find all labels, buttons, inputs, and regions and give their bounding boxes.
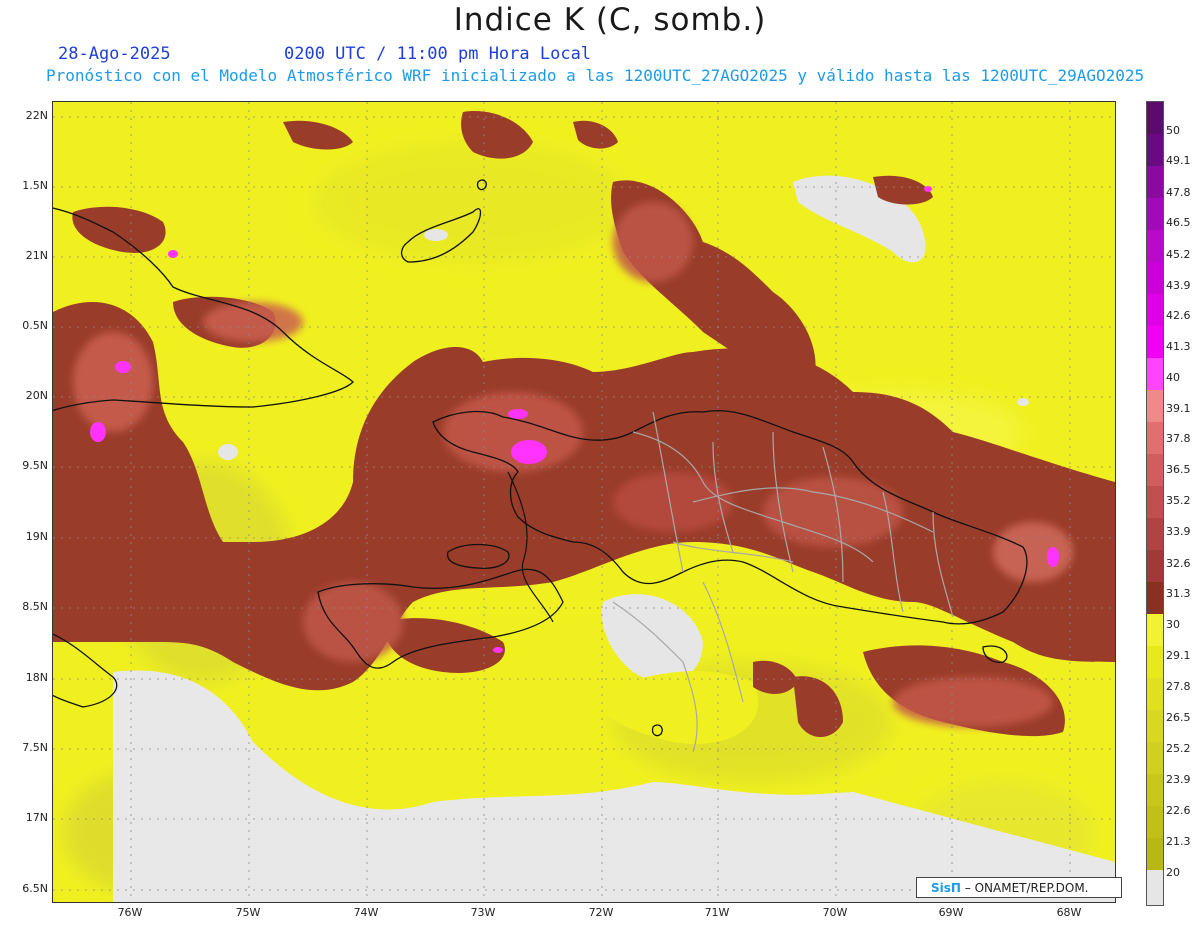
colorbar-swatch <box>1147 838 1163 870</box>
colorbar-label: 30 <box>1166 618 1180 631</box>
colorbar-label: 37.8 <box>1166 432 1191 445</box>
lon-label: 70W <box>822 906 848 919</box>
colorbar-label: 45.2 <box>1166 248 1191 261</box>
lat-label: 9.5N <box>22 459 48 472</box>
lon-label: 75W <box>235 906 261 919</box>
colorbar-label: 22.6 <box>1166 804 1191 817</box>
lat-label: 8.5N <box>22 600 48 613</box>
map-title: Indice K (C, somb.) <box>453 2 767 38</box>
map-panel[interactable] <box>52 101 1116 903</box>
lat-label: 0.5N <box>22 319 48 332</box>
colorbar-swatch <box>1147 166 1163 198</box>
colorbar-swatch <box>1147 646 1163 678</box>
lat-label: 1.5N <box>22 179 48 192</box>
colorbar-label: 27.8 <box>1166 680 1191 693</box>
lon-label: 71W <box>704 906 730 919</box>
colorbar-swatch <box>1147 102 1163 134</box>
colorbar-swatch <box>1147 742 1163 774</box>
forecast-subtitle: Pronóstico con el Modelo Atmosférico WRF… <box>46 66 1145 85</box>
colorbar-swatch <box>1147 582 1163 614</box>
sispi-logo: SisΠ <box>931 881 961 895</box>
lat-label: 22N <box>25 109 48 122</box>
colorbar-label: 47.8 <box>1166 186 1191 199</box>
credit-box: SisΠ – ONAMET/REP.DOM. <box>916 877 1122 898</box>
lon-label: 68W <box>1056 906 1082 919</box>
colorbar-label: 35.2 <box>1166 494 1191 507</box>
credit-text: – ONAMET/REP.DOM. <box>964 881 1089 895</box>
colorbar-label: 23.9 <box>1166 773 1191 786</box>
colorbar-swatch <box>1147 230 1163 262</box>
colorbar-label: 50 <box>1166 124 1180 137</box>
k-index-map <box>53 102 1115 902</box>
colorbar-swatch <box>1147 678 1163 710</box>
lat-label: 20N <box>25 389 48 402</box>
colorbar-label: 39.1 <box>1166 402 1191 415</box>
lat-label: 21N <box>25 249 48 262</box>
colorbar-swatch <box>1147 134 1163 166</box>
colorbar-swatch <box>1147 614 1163 646</box>
lon-label: 72W <box>588 906 614 919</box>
colorbar-label: 42.6 <box>1166 309 1191 322</box>
lat-label: 19N <box>25 530 48 543</box>
colorbar-swatch <box>1147 390 1163 422</box>
colorbar <box>1146 101 1164 906</box>
colorbar-label: 33.9 <box>1166 525 1191 538</box>
colorbar-swatch <box>1147 422 1163 454</box>
colorbar-label: 26.5 <box>1166 711 1191 724</box>
colorbar-swatch <box>1147 486 1163 518</box>
forecast-date: 28-Ago-2025 <box>58 44 171 64</box>
lon-label: 73W <box>470 906 496 919</box>
colorbar-label: 43.9 <box>1166 279 1191 292</box>
lat-label: 17N <box>25 811 48 824</box>
colorbar-label: 31.3 <box>1166 587 1191 600</box>
colorbar-label: 36.5 <box>1166 463 1191 476</box>
lat-label: 18N <box>25 671 48 684</box>
forecast-time: 0200 UTC / 11:00 pm Hora Local <box>284 44 592 64</box>
lon-label: 76W <box>117 906 143 919</box>
colorbar-swatch <box>1147 454 1163 486</box>
colorbar-swatch <box>1147 806 1163 838</box>
lat-label: 7.5N <box>22 741 48 754</box>
lon-label: 69W <box>938 906 964 919</box>
colorbar-label: 41.3 <box>1166 340 1191 353</box>
colorbar-swatch <box>1147 198 1163 230</box>
colorbar-swatch <box>1147 774 1163 806</box>
colorbar-swatch <box>1147 262 1163 294</box>
colorbar-label: 21.3 <box>1166 835 1191 848</box>
colorbar-label: 25.2 <box>1166 742 1191 755</box>
colorbar-label: 46.5 <box>1166 216 1191 229</box>
colorbar-label: 29.1 <box>1166 649 1191 662</box>
colorbar-swatch <box>1147 870 1163 905</box>
colorbar-label: 32.6 <box>1166 557 1191 570</box>
colorbar-label: 40 <box>1166 371 1180 384</box>
lon-label: 74W <box>353 906 379 919</box>
colorbar-swatch <box>1147 710 1163 742</box>
colorbar-swatch <box>1147 518 1163 550</box>
lat-label: 6.5N <box>22 882 48 895</box>
colorbar-label: 49.1 <box>1166 154 1191 167</box>
colorbar-swatch <box>1147 326 1163 358</box>
colorbar-swatch <box>1147 294 1163 326</box>
colorbar-label: 20 <box>1166 866 1180 879</box>
colorbar-swatch <box>1147 550 1163 582</box>
colorbar-swatch <box>1147 358 1163 390</box>
